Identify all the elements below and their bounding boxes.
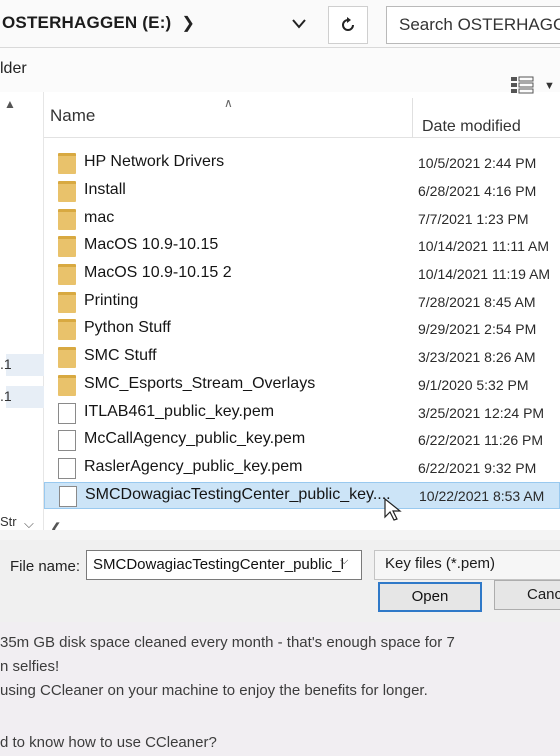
nav-collapse-icon[interactable]: ▲ <box>4 97 16 111</box>
nav-item[interactable]: Str <box>0 514 17 529</box>
refresh-icon <box>342 17 354 31</box>
file-list-row[interactable]: RaslerAgency_public_key.pem 6/22/2021 9:3… <box>44 455 560 482</box>
navigation-pane <box>0 92 44 532</box>
folder-icon <box>58 264 76 285</box>
path-chevron-icon[interactable]: ❯ <box>181 13 194 33</box>
file-name-label: File name: <box>10 558 81 575</box>
file-icon <box>58 403 76 424</box>
file-name-input[interactable]: SMCDowagiacTestingCenter_public_l <box>86 550 362 580</box>
file-name: HP Network Drivers <box>84 153 225 170</box>
file-list-row[interactable]: MacOS 10.9-10.15 10/14/2021 11:11 AM <box>44 233 560 260</box>
file-list-header: Name ∧ Date modified <box>44 92 560 138</box>
file-date-modified: 10/14/2021 11:19 AM <box>418 266 551 282</box>
column-header-date-modified[interactable]: Date modified <box>422 118 521 136</box>
file-date-modified: 7/28/2021 8:45 AM <box>418 294 536 310</box>
file-list: HP Network Drivers 10/5/2021 2:44 PM Insta… <box>44 138 560 518</box>
file-date-modified: 7/7/2021 1:23 PM <box>418 211 529 227</box>
background-text-line: d to know how to use CCleaner? <box>0 734 217 751</box>
file-name: MacOS 10.9-10.15 <box>84 236 219 253</box>
file-date-modified: 3/25/2021 12:24 PM <box>418 405 545 421</box>
file-name: Printing <box>84 292 139 309</box>
background-text-line: 35m GB disk space cleaned every month - … <box>0 634 455 651</box>
file-list-row[interactable]: Install 6/28/2021 4:16 PM <box>44 178 560 205</box>
file-list-row[interactable]: SMC Stuff 3/23/2021 8:26 AM <box>44 344 560 371</box>
refresh-button[interactable] <box>328 6 368 44</box>
path-segment-drive[interactable]: OSTERHAGGEN (E:) <box>2 13 171 33</box>
file-name: McCallAgency_public_key.pem <box>84 430 306 447</box>
file-date-modified: 6/22/2021 11:26 PM <box>418 432 544 448</box>
folder-icon <box>58 153 76 174</box>
file-list-row[interactable]: SMCDowagiacTestingCenter_public_key.... 1… <box>44 482 560 509</box>
file-name: RaslerAgency_public_key.pem <box>84 458 303 475</box>
file-type-select[interactable]: Key files (*.pem) <box>374 550 560 580</box>
file-list-row[interactable]: SMC_Esports_Stream_Overlays 9/1/2020 5:32… <box>44 372 560 399</box>
sort-ascending-icon: ∧ <box>224 96 233 110</box>
mouse-cursor-icon <box>384 497 402 527</box>
address-history-dropdown-icon[interactable] <box>286 12 312 36</box>
file-name: Install <box>84 181 126 198</box>
folder-icon <box>58 347 76 368</box>
folder-icon <box>58 209 76 230</box>
open-button[interactable]: Open <box>378 582 482 612</box>
view-options-chevron-down-icon[interactable]: ▼ <box>544 80 555 92</box>
file-name-dropdown-icon[interactable]: ⌵ <box>340 555 348 568</box>
file-name: Python Stuff <box>84 319 171 336</box>
file-list-row[interactable]: McCallAgency_public_key.pem 6/22/2021 11:… <box>44 427 560 454</box>
dialog-footer: File name: SMCDowagiacTestingCenter_publ… <box>0 540 560 622</box>
folder-icon <box>58 375 76 396</box>
nav-item[interactable]: .1 <box>0 388 12 404</box>
folder-icon <box>58 236 76 257</box>
file-date-modified: 3/23/2021 8:26 AM <box>418 349 536 365</box>
file-list-row[interactable]: MacOS 10.9-10.15 2 10/14/2021 11:19 AM <box>44 261 560 288</box>
file-name: SMCDowagiacTestingCenter_public_key.... <box>85 486 391 503</box>
file-list-row[interactable]: Printing 7/28/2021 8:45 AM <box>44 289 560 316</box>
new-folder-button[interactable]: lder <box>0 60 27 78</box>
folder-icon <box>58 292 76 313</box>
file-icon <box>58 430 76 451</box>
file-icon <box>58 458 76 479</box>
horizontal-scrollbar[interactable] <box>0 530 560 540</box>
file-date-modified: 10/5/2021 2:44 PM <box>418 155 537 171</box>
file-name: mac <box>84 209 115 226</box>
file-list-row[interactable]: mac 7/7/2021 1:23 PM <box>44 206 560 233</box>
file-icon <box>59 486 77 507</box>
address-bar: OSTERHAGGEN (E:) ❯ Search OSTERHAGGEN <box>0 0 560 48</box>
folder-icon <box>58 319 76 340</box>
file-date-modified: 6/28/2021 4:16 PM <box>418 183 537 199</box>
file-date-modified: 10/14/2021 11:11 AM <box>418 238 550 254</box>
file-name: MacOS 10.9-10.15 2 <box>84 264 232 281</box>
search-input[interactable]: Search OSTERHAGGEN <box>386 6 560 44</box>
column-divider[interactable] <box>412 98 413 138</box>
file-date-modified: 10/22/2021 8:53 AM <box>419 488 545 504</box>
column-header-name[interactable]: Name <box>50 106 95 126</box>
address-path[interactable]: OSTERHAGGEN (E:) ❯ <box>0 0 378 46</box>
file-name: ITLAB461_public_key.pem <box>84 403 275 420</box>
background-text-line: using CCleaner on your machine to enjoy … <box>0 682 428 699</box>
file-list-row[interactable]: HP Network Drivers 10/5/2021 2:44 PM <box>44 150 560 177</box>
background-app-panel: 35m GB disk space cleaned every month - … <box>0 622 560 756</box>
file-date-modified: 6/22/2021 9:32 PM <box>418 460 537 476</box>
file-date-modified: 9/1/2020 5:32 PM <box>418 377 529 393</box>
toolbar: lder <box>0 48 560 92</box>
file-list-row[interactable]: Python Stuff 9/29/2021 2:54 PM <box>44 316 560 343</box>
file-name: SMC_Esports_Stream_Overlays <box>84 375 316 392</box>
cancel-button[interactable]: Cance <box>494 580 560 610</box>
nav-item[interactable]: .1 <box>0 356 12 372</box>
background-text-line: n selfies! <box>0 658 60 675</box>
file-list-row[interactable]: ITLAB461_public_key.pem 3/25/2021 12:24 P… <box>44 400 560 427</box>
file-date-modified: 9/29/2021 2:54 PM <box>418 321 537 337</box>
folder-icon <box>58 181 76 202</box>
file-name: SMC Stuff <box>84 347 157 364</box>
